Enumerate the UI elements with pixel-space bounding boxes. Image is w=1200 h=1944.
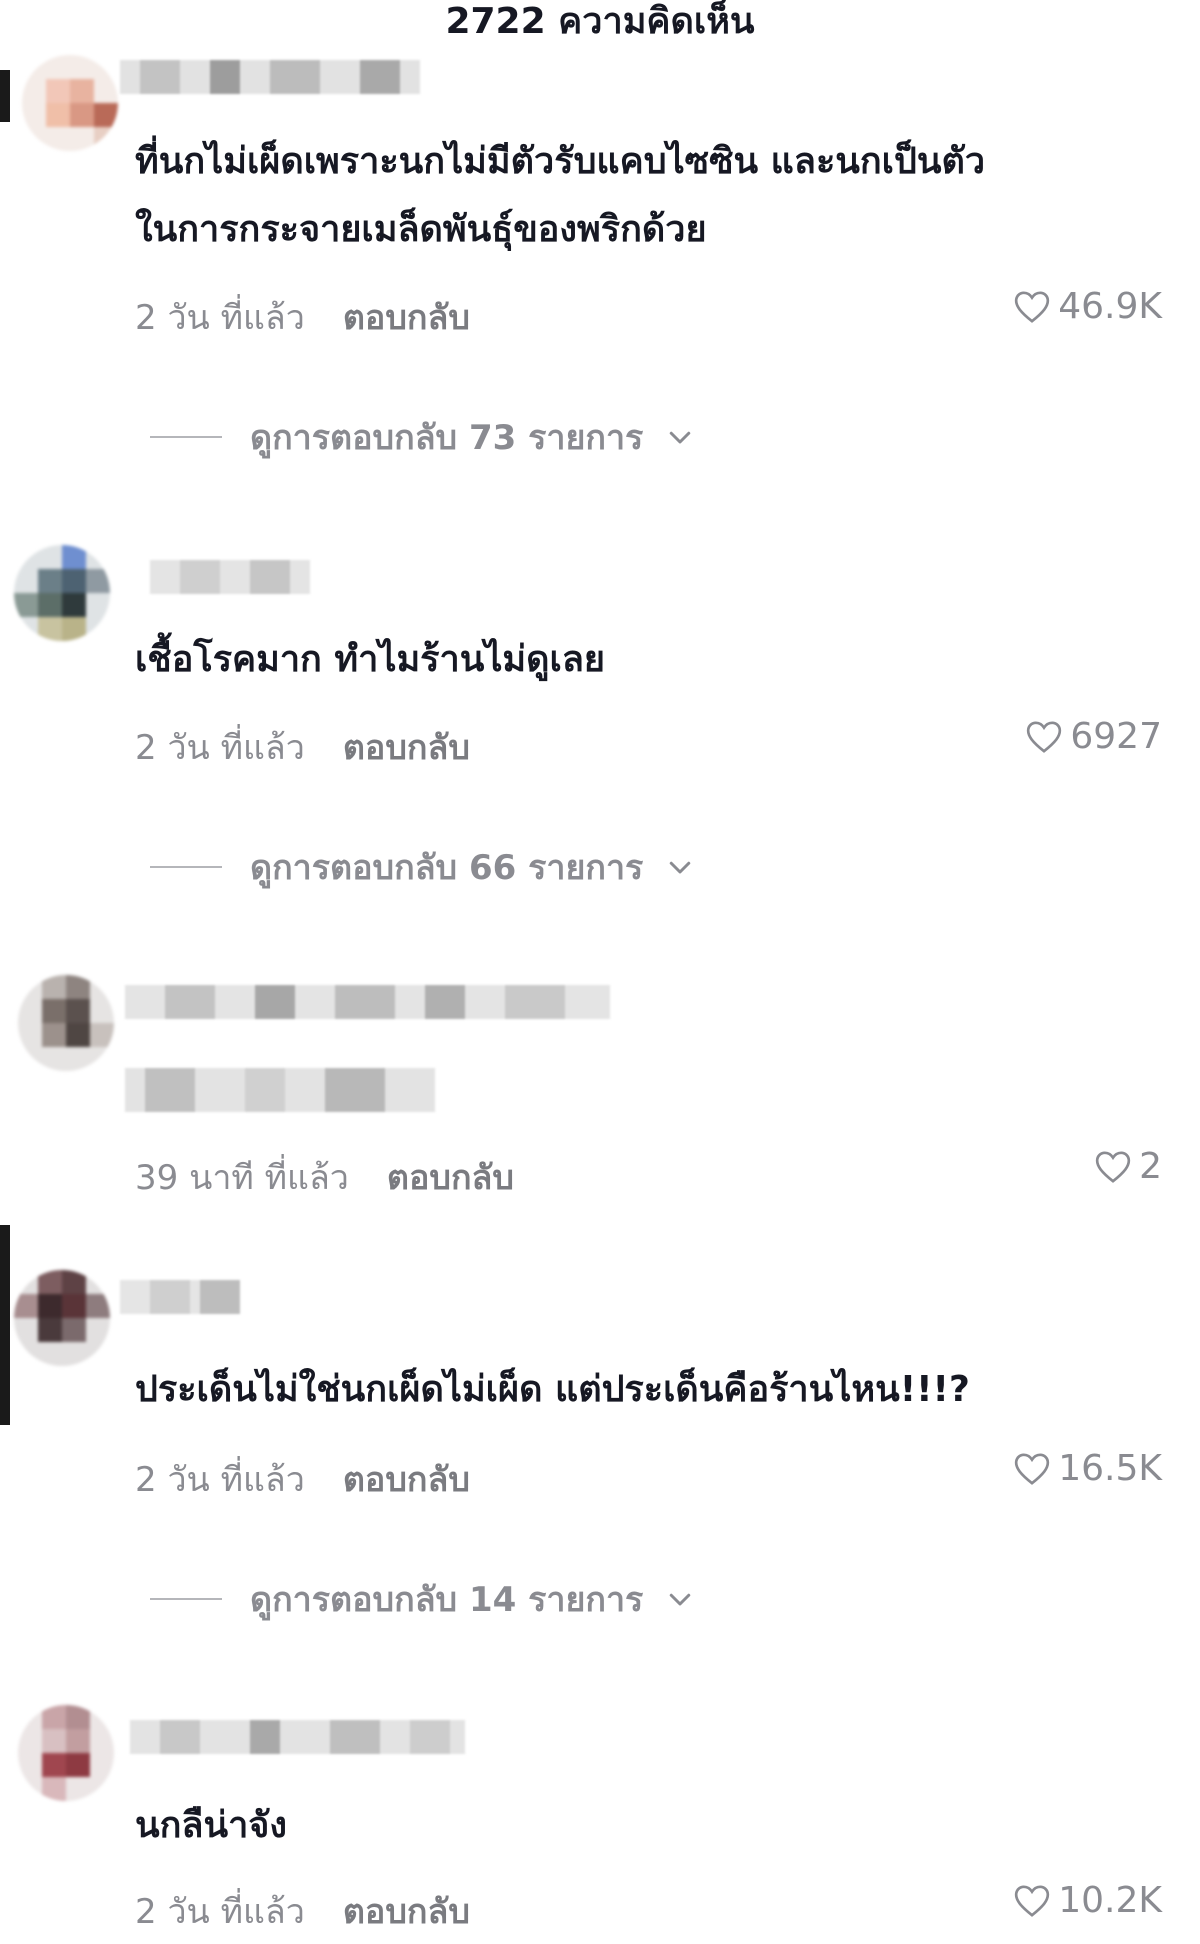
chevron-down-icon	[670, 861, 691, 874]
comment-count-title: 2722 ความคิดเห็น	[445, 1, 755, 42]
view-replies-label: ดูการตอบกลับ 14 รายการ	[250, 1580, 644, 1620]
heart-outline-icon	[1015, 1884, 1050, 1917]
like-count: 46.9K	[1058, 286, 1162, 327]
comment-text: นกลืน่าจัง	[135, 1792, 1145, 1860]
like-button[interactable]: 16.5K	[1012, 1448, 1162, 1489]
username-blurred[interactable]	[150, 560, 310, 594]
comment-text-blurred	[125, 1068, 435, 1112]
username-blurred[interactable]	[125, 985, 610, 1019]
comment-text: ประเด็นไม่ใช่นกเผ็ดไม่เผ็ด แต่ประเด็นคือ…	[135, 1356, 1145, 1424]
avatar[interactable]	[14, 545, 110, 641]
reply-button[interactable]: ตอบกลับ	[343, 1884, 470, 1938]
username-blurred[interactable]	[120, 1280, 240, 1314]
comment-timestamp: 2 วัน ที่แล้ว	[135, 298, 305, 338]
comment-text-line: ในการกระจายเมล็ดพันธุ์ของพริกด้วย	[135, 209, 707, 250]
comment-text: เชื้อโรคมาก ทำไมร้านไม่ดูเลย	[135, 626, 1145, 694]
like-count: 10.2K	[1058, 1880, 1162, 1921]
username-blurred[interactable]	[130, 1720, 465, 1754]
edge-decoration	[0, 70, 10, 122]
heart-outline-icon	[1027, 720, 1062, 753]
avatar[interactable]	[14, 1270, 110, 1366]
comment-timestamp: 39 นาที ที่แล้ว	[135, 1158, 349, 1198]
comment-text-line: ประเด็นไม่ใช่นกเผ็ดไม่เผ็ด แต่ประเด็นคือ…	[135, 1369, 970, 1410]
divider-line	[150, 1598, 222, 1600]
comment-text-line: ที่นกไม่เผ็ดเพราะนกไม่มีตัวรับแคบไซซิน แ…	[135, 141, 986, 182]
heart-outline-icon	[1015, 290, 1050, 323]
comment-text: ที่นกไม่เผ็ดเพราะนกไม่มีตัวรับแคบไซซิน แ…	[135, 128, 1145, 264]
like-count: 2	[1139, 1146, 1162, 1187]
like-count: 16.5K	[1058, 1448, 1162, 1489]
avatar[interactable]	[18, 975, 114, 1071]
heart-outline-icon	[1015, 1452, 1050, 1485]
like-button[interactable]: 2	[1093, 1146, 1162, 1187]
comment-timestamp: 2 วัน ที่แล้ว	[135, 728, 305, 768]
avatar[interactable]	[22, 55, 118, 151]
comment-timestamp: 2 วัน ที่แล้ว	[135, 1892, 305, 1932]
reply-button[interactable]: ตอบกลับ	[343, 720, 470, 774]
view-replies-label: ดูการตอบกลับ 73 รายการ	[250, 418, 644, 458]
view-replies-button[interactable]: ดูการตอบกลับ 73 รายการ	[150, 410, 695, 464]
chevron-down-icon	[670, 1593, 691, 1606]
divider-line	[150, 436, 222, 438]
view-replies-label: ดูการตอบกลับ 66 รายการ	[250, 848, 644, 888]
comment-text-line: เชื้อโรคมาก ทำไมร้านไม่ดูเลย	[135, 639, 606, 680]
chevron-down-icon	[670, 431, 691, 444]
like-button[interactable]: 6927	[1024, 716, 1162, 757]
reply-button[interactable]: ตอบกลับ	[343, 1452, 470, 1506]
username-blurred[interactable]	[120, 60, 420, 94]
reply-button[interactable]: ตอบกลับ	[387, 1150, 514, 1204]
reply-button[interactable]: ตอบกลับ	[343, 290, 470, 344]
comment-timestamp: 2 วัน ที่แล้ว	[135, 1460, 305, 1500]
edge-decoration	[0, 1225, 10, 1425]
comments-panel: 2722 ความคิดเห็น ที่นกไม่เผ็ดเพราะนกไม่ม…	[0, 0, 1200, 1944]
comment-text-line: นกลืน่าจัง	[135, 1805, 287, 1846]
view-replies-button[interactable]: ดูการตอบกลับ 66 รายการ	[150, 840, 695, 894]
like-count: 6927	[1070, 716, 1162, 757]
avatar[interactable]	[18, 1705, 114, 1801]
divider-line	[150, 866, 222, 868]
like-button[interactable]: 46.9K	[1012, 286, 1162, 327]
like-button[interactable]: 10.2K	[1012, 1880, 1162, 1921]
view-replies-button[interactable]: ดูการตอบกลับ 14 รายการ	[150, 1572, 695, 1626]
heart-outline-icon	[1095, 1150, 1131, 1183]
